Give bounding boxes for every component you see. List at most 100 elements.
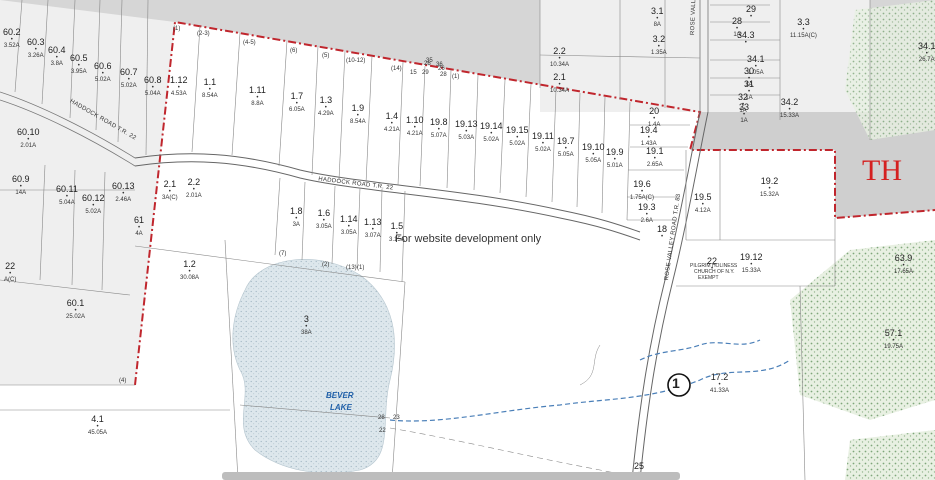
parcel-1-2[interactable]: 1.2 • 30.08A: [180, 260, 200, 282]
parcel-18[interactable]: 18 •: [657, 225, 667, 241]
parcel-id: 60.4: [48, 45, 66, 55]
parcel-19-14[interactable]: 19.14 • 5.02A: [480, 122, 503, 144]
parcel-60-10[interactable]: 60.10 • 2.01A: [17, 128, 40, 150]
parcel-60-9[interactable]: 60.9 • 14A: [12, 175, 30, 197]
parcel-1-13[interactable]: 1.13 • 3.07A: [364, 218, 382, 240]
parcel-19-2[interactable]: 19.2 • 15.32A: [760, 177, 779, 199]
parcel-19-15[interactable]: 19.15 • 5.02A: [506, 126, 529, 148]
parcel-1-4[interactable]: 1.4 • 4.21A: [384, 112, 400, 134]
parcel-dot: •: [749, 14, 753, 20]
parcel-19-12[interactable]: 19.12 • 15.33A: [740, 253, 763, 275]
parcel-1-12[interactable]: 1.12 • 4.53A: [170, 76, 188, 98]
parcel-acreage: 30.08A: [180, 275, 200, 281]
parcel-acreage: 2.46A: [115, 197, 132, 203]
parcel-id: 19.4: [640, 125, 658, 135]
parcel-29[interactable]: 29 •: [746, 5, 756, 21]
parcel-id: 57.1: [884, 328, 903, 338]
parcel-id: 63.9: [894, 253, 913, 263]
parcel-19-1[interactable]: 19.1 • 2.65A: [646, 147, 664, 169]
parcel-60-3[interactable]: 60.3 • 3.26A: [27, 38, 45, 60]
parcel-60-5[interactable]: 60.5 • 3.95A: [70, 53, 88, 76]
parcel-acreage: 3.07A: [364, 233, 381, 239]
parcel-19-4[interactable]: 19.4 • 1.43A: [640, 125, 658, 148]
lot-number: 26: [438, 66, 445, 72]
parcel-acreage: 38A: [301, 330, 312, 336]
parcel-19-10[interactable]: 19.10 • 5.05A: [582, 143, 605, 165]
parcel-2-2[interactable]: 2.2 • 10.34A: [550, 47, 569, 69]
parcel-2-1[interactable]: 2.1 • 3A(C): [162, 180, 178, 202]
parcel-id: 60.5: [70, 53, 88, 63]
parcel-61[interactable]: 61 • 4A: [134, 216, 144, 238]
parcel-60-7[interactable]: 60.7 • 5.02A: [120, 67, 138, 90]
parcel-19-3[interactable]: 19.3 • 2.6A: [638, 203, 656, 225]
parcel-1-14[interactable]: 1.14 • 3.05A: [340, 215, 358, 237]
parcel-60-1[interactable]: 60.1 • 25.02A: [66, 298, 85, 321]
parcel-id: 60.7: [120, 67, 138, 77]
parcel-1-3[interactable]: 1.3 • 4.29A: [318, 96, 334, 118]
parcel-acreage: 5.03A: [458, 135, 475, 141]
parcel-60-2[interactable]: 60.2 • 3.52A: [3, 28, 21, 50]
parcel-acreage: 2.6A: [640, 218, 653, 224]
parcel-id: 25: [634, 461, 645, 471]
lot-number: (1): [357, 265, 365, 271]
parcel-3[interactable]: 3 • 38A: [301, 315, 312, 337]
parcel-acreage: 5.01A: [606, 163, 623, 169]
lot-number: 15: [410, 70, 417, 76]
parcel-22[interactable]: 22 •: [707, 257, 717, 273]
parcel-4-1[interactable]: 4.1 • 45.05A: [88, 415, 107, 437]
parcel-id: 1.1: [203, 77, 217, 87]
parcel-19-7[interactable]: 19.7 • 5.05A: [557, 137, 575, 159]
parcel-acreage: 3.15A: [389, 237, 405, 243]
parcel-1-7[interactable]: 1.7 • 6.05A: [289, 92, 305, 114]
parcel-60-8[interactable]: 60.8 • 5.04A: [144, 76, 162, 98]
parcel-id: 30: [744, 66, 755, 76]
parcel-19-6[interactable]: 19.6 • 1.75A(C): [630, 180, 654, 202]
lake-label-line2: LAKE: [330, 403, 352, 412]
parcel-19-11[interactable]: 19.11 • 5.02A: [532, 132, 554, 154]
parcel-17-2[interactable]: 17.2 • 41.33A: [710, 373, 729, 395]
church-line3: EXEMPT: [698, 275, 719, 281]
parcel-22[interactable]: 22 • A(C): [4, 262, 16, 284]
parcel-1-10[interactable]: 1.10 • 4.21A: [406, 116, 424, 138]
parcel-1-11[interactable]: 1.11 • 8.8A: [249, 86, 266, 108]
parcel-19-8[interactable]: 19.8 • 5.07A: [430, 118, 448, 140]
parcel-34-3[interactable]: 34.3 •: [737, 31, 755, 47]
parcel-3-3[interactable]: 3.3 • 11.15A(C): [790, 18, 817, 40]
parcel-2-2[interactable]: 2.2 • 2.01A: [186, 178, 202, 200]
horizontal-scrollbar[interactable]: [222, 472, 680, 480]
parcel-acreage: 4.53A: [170, 91, 187, 97]
parcel-1-5[interactable]: 1.5 • 3.15A: [389, 221, 405, 244]
parcel-19-5[interactable]: 19.5 • 4.12A: [694, 193, 712, 215]
lot-number: 23: [393, 415, 400, 421]
parcel-3-1[interactable]: 3.1 • 8A: [651, 7, 664, 29]
parcel-2-1[interactable]: 2.1 • 10.34A: [550, 73, 569, 95]
parcel-id: 31: [744, 79, 755, 89]
parcel-id: 34.1: [747, 54, 765, 64]
parcel-1-8[interactable]: 1.8 • 3A: [290, 207, 303, 229]
parcel-1-9[interactable]: 1.9 • 8.54A: [350, 104, 366, 126]
parcel-id: 1.5: [390, 221, 404, 231]
parcel-acreage: 8.8A: [251, 101, 264, 107]
parcel-57-1[interactable]: 57.1 • 19.75A: [884, 328, 903, 351]
parcel-33[interactable]: 33 • 1A: [739, 103, 749, 125]
parcel-19-13[interactable]: 19.13 • 5.03A: [455, 120, 478, 142]
district-label: TH: [862, 154, 902, 187]
parcel-60-11[interactable]: 60.11 • 5.04A: [56, 185, 78, 207]
parcel-acreage: 2.01A: [20, 143, 37, 149]
parcel-63-9[interactable]: 63.9 • 17.65A: [894, 253, 913, 276]
parcel-60-12[interactable]: 60.12 • 5.02A: [82, 194, 105, 216]
parcel-id: 60.6: [94, 61, 112, 71]
parcel-34-2[interactable]: 34.2 • 15.33A: [780, 97, 799, 120]
parcel-id: 34.2: [780, 97, 799, 107]
parcel-1-1[interactable]: 1.1 • 8.54A: [202, 77, 218, 100]
parcel-60-6[interactable]: 60.6 • 5.02A: [94, 61, 112, 84]
parcel-acreage: 5.04A: [144, 91, 161, 97]
parcel-60-4[interactable]: 60.4 • 3.8A: [48, 45, 66, 68]
parcel-1-6[interactable]: 1.6 • 3.05A: [316, 209, 332, 231]
parcel-acreage: 15.33A: [741, 268, 761, 274]
parcel-19-9[interactable]: 19.9 • 5.01A: [606, 148, 624, 170]
parcel-3-2[interactable]: 3.2 • 1.35A: [651, 35, 667, 57]
parcel-34-1[interactable]: 34.1 • 26.7A: [918, 42, 935, 64]
parcel-60-13[interactable]: 60.13 • 2.46A: [112, 182, 135, 204]
parcel-id: 60.1: [66, 298, 85, 308]
